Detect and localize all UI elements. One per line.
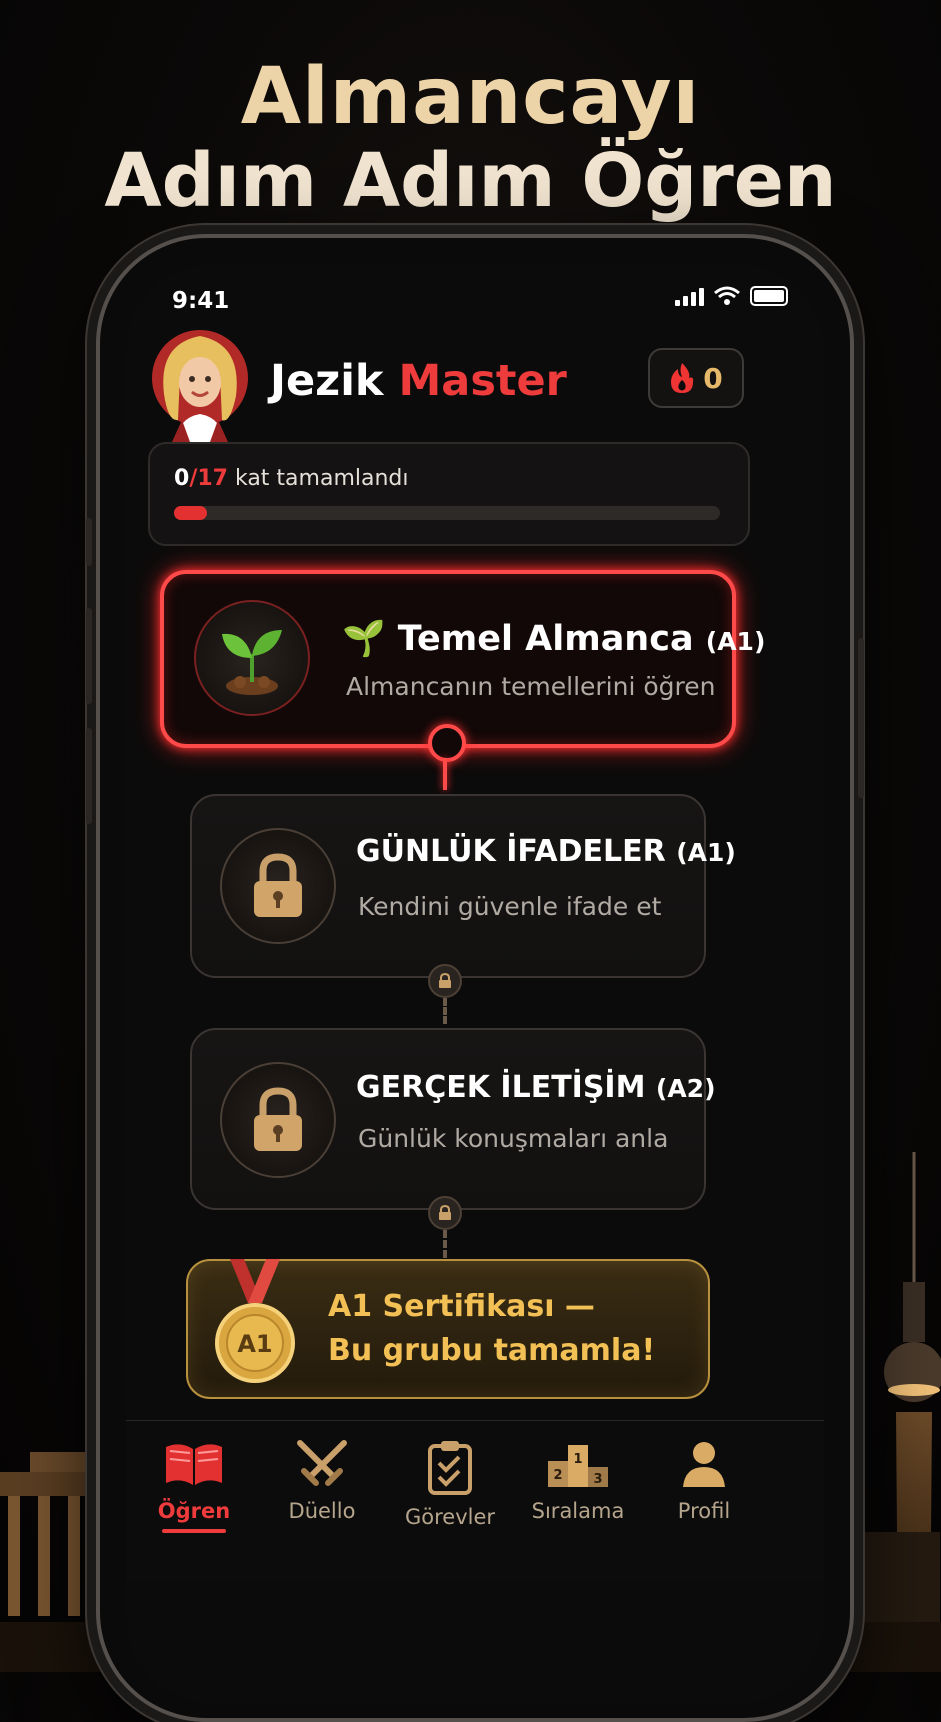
avatar[interactable] (150, 324, 250, 442)
book-icon (166, 1444, 222, 1485)
lock-badge (220, 828, 336, 944)
tab-duello[interactable]: Düello (262, 1439, 382, 1523)
certificate-line2: Bu grubu tamamla! (328, 1333, 656, 1368)
status-icons (675, 286, 788, 306)
tab-duello-label: Düello (288, 1499, 356, 1523)
sprout-badge (194, 600, 310, 716)
progress-bar-fill (174, 506, 207, 520)
volume-up-button (86, 608, 92, 704)
level-1-title: 🌱 Temel Almanca (A1) (342, 618, 765, 659)
level-1-name: Temel Almanca (397, 619, 694, 659)
wifi-icon (714, 286, 740, 305)
tab-gorevler[interactable]: Görevler (390, 1439, 510, 1529)
lock-icon (254, 853, 302, 917)
level-3-subtitle: Günlük konuşmaları anla (358, 1124, 669, 1153)
tab-ogren[interactable]: Öğren (134, 1439, 254, 1533)
level-3-level: (A2) (655, 1074, 716, 1103)
streak-count: 0 (703, 361, 723, 395)
tab-siralama[interactable]: 1 2 3 Sıralama (518, 1439, 638, 1523)
medal-icon: A1 (215, 1259, 295, 1383)
swords-icon (297, 1440, 347, 1486)
streak-counter[interactable]: 0 (648, 348, 744, 408)
small-lock-icon (439, 1205, 451, 1220)
tab-profil[interactable]: Profil (644, 1439, 764, 1523)
tab-ogren-label: Öğren (157, 1499, 231, 1523)
level-2-subtitle: Kendini güvenle ifade et (358, 892, 662, 921)
level-2-level: (A1) (676, 838, 736, 867)
podium-icon: 1 2 3 (548, 1445, 608, 1487)
tab-siralama-label: Sıralama (531, 1499, 625, 1523)
sprout-icon (222, 630, 282, 695)
signal-icon (675, 286, 704, 306)
path-connector-dashed (443, 1230, 451, 1258)
progress-text: 0/17 kat tamamlandı (174, 466, 409, 491)
phone-frame: 9:41 Jezik Master 0 0/17 kat tamamlandı … (86, 234, 864, 1722)
medal-label: A1 (237, 1330, 272, 1358)
path-lock-node (428, 1196, 462, 1230)
brand-second: Master (398, 356, 567, 406)
level-card-temel-almanca[interactable]: 🌱 Temel Almanca (A1) Almancanın temeller… (160, 570, 765, 748)
tab-profil-label: Profil (677, 1499, 731, 1523)
status-time: 9:41 (172, 288, 230, 314)
level-3-name: GERÇEK İLETİŞİM (356, 1070, 646, 1105)
app-title: Jezik Master (270, 356, 567, 406)
brand-first: Jezik (270, 356, 384, 406)
lock-badge (220, 1062, 336, 1178)
path-lock-node (428, 964, 462, 998)
level-1-level: (A1) (705, 627, 766, 656)
mute-switch (86, 518, 92, 566)
tab-gorevler-label: Görevler (404, 1505, 496, 1529)
battery-icon (750, 286, 788, 306)
progress-total: /17 (189, 466, 228, 491)
bottom-tab-bar: Öğren Düello Görevler 1 2 3 Sıralama Pro… (126, 1420, 824, 1581)
power-button (858, 638, 864, 798)
headline-line1: Almancayı (240, 52, 701, 142)
level-3-title: GERÇEK İLETİŞİM (A2) (356, 1070, 716, 1105)
app-screen: 9:41 Jezik Master 0 0/17 kat tamamlandı … (126, 264, 824, 1704)
headline-line2: Adım Adım Öğren (104, 138, 837, 224)
volume-down-button (86, 728, 92, 824)
clipboard-icon (428, 1441, 472, 1495)
path-connector (443, 758, 447, 790)
level-card-gunluk-ifadeler[interactable]: GÜNLÜK İFADELER (A1) Kendini güvenle ifa… (190, 794, 736, 978)
progress-card: 0/17 kat tamamlandı (148, 442, 750, 546)
level-1-subtitle: Almancanın temellerini öğren (346, 672, 716, 701)
level-card-gercek-iletisim[interactable]: GERÇEK İLETİŞİM (A2) Günlük konuşmaları … (190, 1028, 716, 1210)
level-1-emoji: 🌱 (342, 619, 386, 659)
podium-first: 1 (573, 1452, 582, 1467)
user-icon (683, 1442, 725, 1487)
path-node-active (428, 724, 466, 762)
progress-bar (174, 506, 720, 520)
active-tab-indicator (162, 1529, 226, 1533)
small-lock-icon (439, 973, 451, 988)
progress-label: kat tamamlandı (234, 466, 409, 491)
lock-icon (254, 1087, 302, 1151)
podium-third: 3 (593, 1472, 602, 1487)
level-2-name: GÜNLÜK İFADELER (356, 834, 666, 869)
level-2-title: GÜNLÜK İFADELER (A1) (356, 834, 736, 869)
podium-second: 2 (553, 1468, 562, 1483)
progress-completed: 0 (174, 466, 190, 491)
path-connector-dashed (443, 998, 451, 1024)
certificate-line1: A1 Sertifikası — (328, 1289, 595, 1324)
flame-icon (671, 363, 694, 393)
certificate-card[interactable]: A1 A1 Sertifikası — Bu grubu tamamla! (186, 1259, 710, 1399)
